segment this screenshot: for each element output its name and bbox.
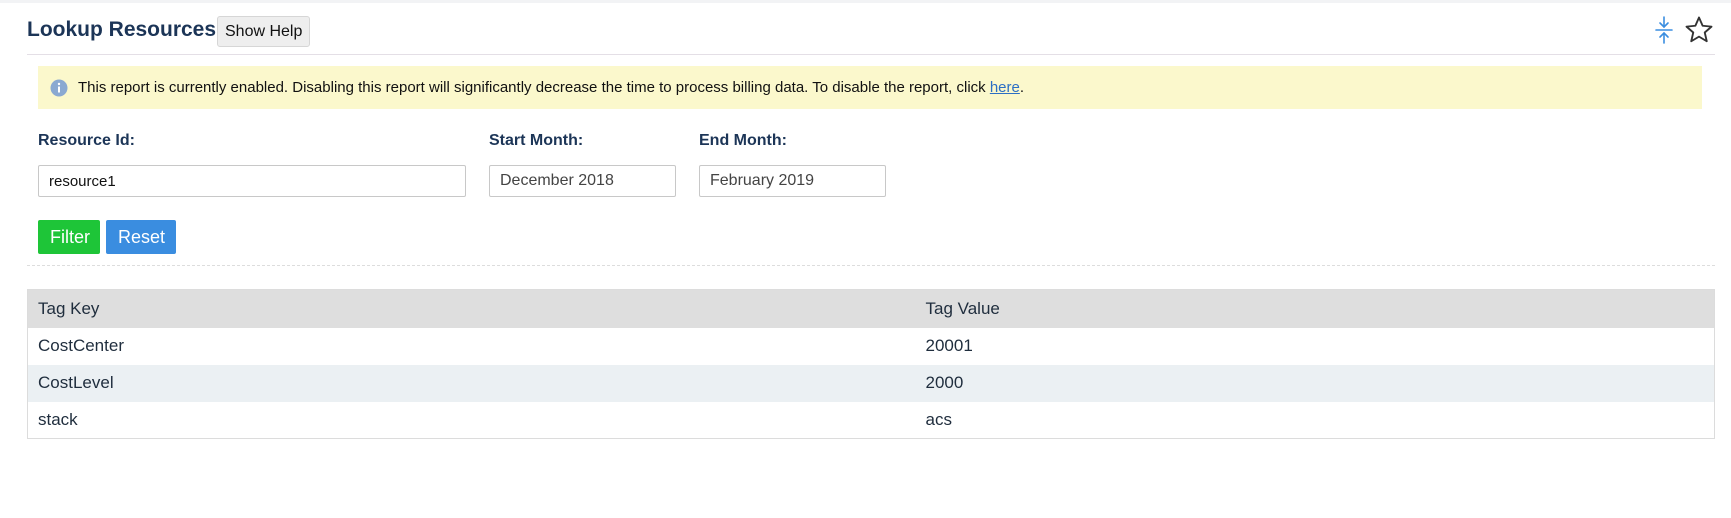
tag-value-cell: acs: [925, 409, 952, 429]
table-header-row: Tag Key Tag Value: [27, 289, 1715, 328]
info-icon: [50, 79, 68, 96]
tag-key-cell: stack: [38, 409, 78, 429]
show-help-button[interactable]: Show Help: [217, 16, 311, 47]
resource-id-input[interactable]: [38, 165, 466, 197]
tags-table: Tag Key Tag Value CostCenter 20001 CostL…: [27, 289, 1715, 439]
tag-value-cell: 2000: [915, 364, 1715, 402]
resource-id-label: Resource Id:: [38, 132, 135, 149]
notice-text: This report is currently enabled. Disabl…: [78, 79, 1025, 96]
star-outline-icon[interactable]: [1684, 15, 1714, 45]
column-header-tag-key[interactable]: Tag Key: [27, 289, 916, 328]
end-month-label: End Month:: [699, 132, 787, 149]
collapse-vertical-icon[interactable]: [1650, 16, 1678, 44]
report-enabled-notice: This report is currently enabled. Disabl…: [38, 66, 1702, 109]
disable-report-link[interactable]: here: [990, 79, 1020, 96]
start-month-input[interactable]: [489, 165, 676, 197]
table-row: stack acs: [28, 402, 1715, 439]
page-header: Lookup Resources Show Help: [27, 14, 1715, 55]
table-row: CostLevel 2000: [27, 364, 1715, 402]
section-divider: [27, 265, 1715, 266]
tag-key-cell: CostLevel: [27, 364, 916, 402]
end-month-input[interactable]: [699, 165, 886, 197]
reset-button[interactable]: Reset: [106, 220, 176, 254]
top-border: [0, 0, 1731, 3]
start-month-label: Start Month:: [489, 132, 584, 149]
column-header-tag-value[interactable]: Tag Value: [915, 289, 1715, 328]
table-row: CostCenter 20001: [28, 328, 1715, 365]
tag-key-cell: CostCenter: [38, 336, 124, 355]
filter-button[interactable]: Filter: [38, 220, 100, 254]
page-title: Lookup Resources: [27, 18, 217, 41]
tag-value-cell: 20001: [925, 336, 973, 355]
